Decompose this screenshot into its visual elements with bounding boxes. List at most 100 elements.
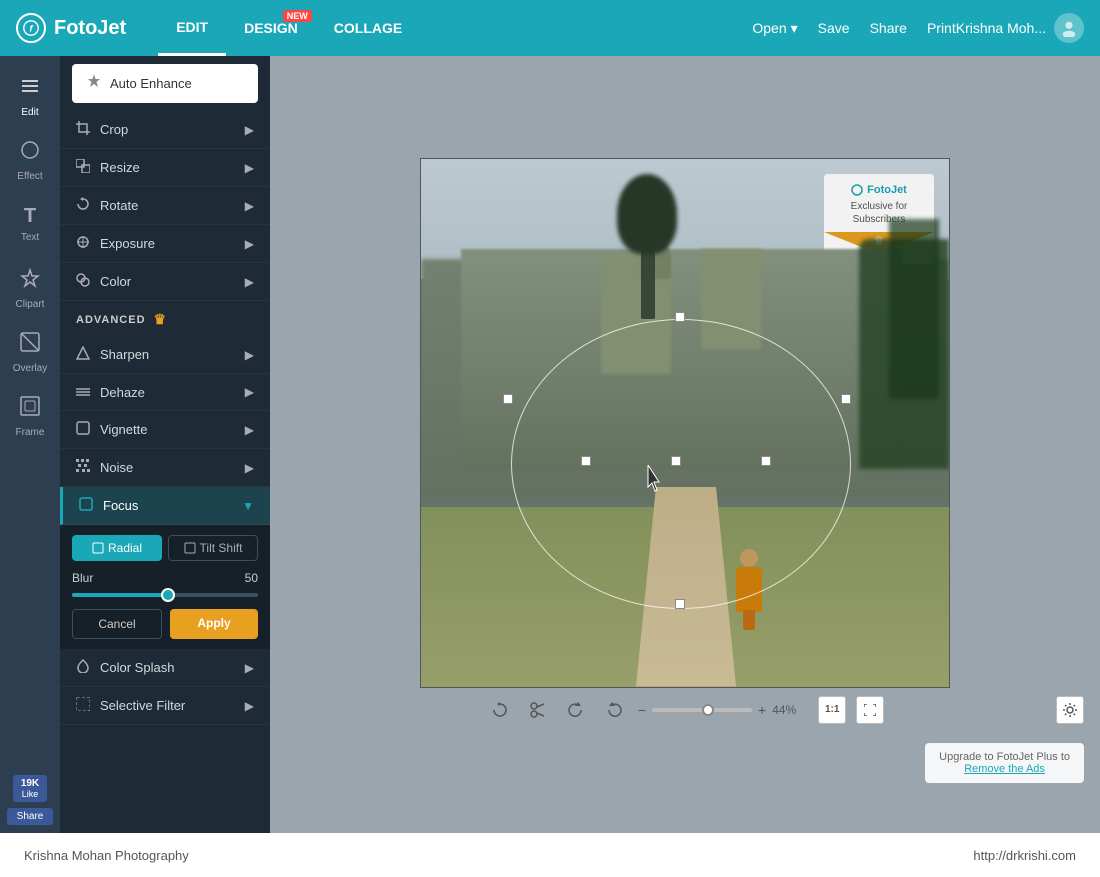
- sidebar-item-effect[interactable]: Effect: [0, 128, 60, 192]
- footer-left: Krishna Mohan Photography: [24, 848, 189, 863]
- auto-enhance-icon: [86, 73, 102, 94]
- dehaze-icon: [76, 384, 90, 400]
- new-badge: NEW: [283, 10, 312, 22]
- rotate-icon: [76, 197, 90, 214]
- menu-dehaze[interactable]: Dehaze ▶: [60, 374, 270, 411]
- menu-color-splash[interactable]: Color Splash ▶: [60, 649, 270, 687]
- focus-tabs: Radial Tilt Shift: [72, 535, 258, 561]
- focus-panel: Radial Tilt Shift Blur 50 Cancel: [60, 525, 270, 649]
- overlay-label: Overlay: [13, 363, 47, 374]
- crop-icon: [76, 121, 90, 138]
- advanced-crown-icon: ♛: [154, 311, 168, 328]
- menu-color[interactable]: Color ▶: [60, 263, 270, 301]
- logo: f FotoJet: [16, 13, 126, 43]
- effect-icon: [19, 139, 41, 167]
- selective-filter-icon: [76, 697, 90, 714]
- menu-vignette[interactable]: Vignette ▶: [60, 411, 270, 449]
- focus-actions: Cancel Apply: [72, 609, 258, 639]
- logo-icon: f: [16, 13, 46, 43]
- header-actions: Open ▾ Save Share Print: [752, 20, 955, 37]
- scissors-button[interactable]: [524, 696, 552, 724]
- rotate-arrow: ▶: [245, 199, 254, 213]
- refresh-button[interactable]: [486, 696, 514, 724]
- settings-button[interactable]: [1056, 696, 1084, 724]
- social-buttons: 19K Like Share: [0, 767, 60, 833]
- fullscreen-button[interactable]: [856, 696, 884, 724]
- selective-filter-arrow: ▶: [245, 699, 254, 713]
- main-body: Edit Effect T Text Clipart: [0, 56, 1100, 833]
- avatar: [1054, 13, 1084, 43]
- undo-button[interactable]: [562, 696, 590, 724]
- nav-design[interactable]: DESIGN NEW: [226, 0, 316, 56]
- sidebar-item-edit[interactable]: Edit: [0, 64, 60, 128]
- redo-button[interactable]: [600, 696, 628, 724]
- header: f FotoJet EDIT DESIGN NEW COLLAGE Open ▾…: [0, 0, 1100, 56]
- facebook-like-button[interactable]: 19K Like: [13, 775, 47, 802]
- color-icon: [76, 273, 90, 290]
- tilt-shift-tab[interactable]: Tilt Shift: [168, 535, 258, 561]
- user-menu[interactable]: Krishna Moh...: [956, 13, 1084, 43]
- edit-icon: [19, 75, 41, 103]
- menu-exposure[interactable]: Exposure ▶: [60, 225, 270, 263]
- auto-enhance-label: Auto Enhance: [110, 76, 192, 91]
- nav-edit[interactable]: EDIT: [158, 0, 226, 56]
- sidebar-icons: Edit Effect T Text Clipart: [0, 56, 60, 833]
- radial-tab[interactable]: Radial: [72, 535, 162, 561]
- crop-arrow: ▶: [245, 123, 254, 137]
- zoom-in-button[interactable]: +: [758, 702, 766, 718]
- menu-noise[interactable]: Noise ▶: [60, 449, 270, 487]
- vignette-arrow: ▶: [245, 423, 254, 437]
- blur-row: Blur 50: [72, 571, 258, 585]
- canvas-toolbar: − + 44% 1:1: [486, 688, 884, 732]
- sidebar-item-frame[interactable]: Frame: [0, 384, 60, 448]
- save-button[interactable]: Save: [818, 20, 850, 36]
- cancel-button[interactable]: Cancel: [72, 609, 162, 639]
- zoom-slider-track[interactable]: [652, 708, 752, 712]
- menu-rotate[interactable]: Rotate ▶: [60, 187, 270, 225]
- color-arrow: ▶: [245, 275, 254, 289]
- effect-label: Effect: [17, 171, 42, 182]
- canvas-area: FotoJet Exclusive for Subscribers ♛: [270, 56, 1100, 833]
- sidebar-item-clipart[interactable]: Clipart: [0, 256, 60, 320]
- noise-arrow: ▶: [245, 461, 254, 475]
- remove-ads-link[interactable]: Remove the Ads: [939, 763, 1070, 775]
- color-splash-icon: [76, 659, 90, 676]
- overlay-icon: [19, 331, 41, 359]
- share-button[interactable]: Share: [870, 20, 907, 36]
- watermark-logo: FotoJet: [838, 184, 920, 196]
- left-panel: Auto Enhance Crop ▶ Resize ▶: [60, 56, 270, 833]
- frame-icon: [19, 395, 41, 423]
- sidebar-item-text[interactable]: T Text: [0, 192, 60, 256]
- sharpen-icon: [76, 346, 90, 363]
- focus-arrow: ▼: [242, 499, 254, 513]
- advanced-header: ADVANCED ♛: [60, 301, 270, 336]
- zoom-out-button[interactable]: −: [638, 702, 646, 718]
- frame-label: Frame: [16, 427, 45, 438]
- resize-icon: [76, 159, 90, 176]
- print-button[interactable]: Print: [927, 20, 956, 36]
- sharpen-arrow: ▶: [245, 348, 254, 362]
- canvas-container[interactable]: FotoJet Exclusive for Subscribers ♛: [420, 158, 950, 688]
- sidebar-item-overlay[interactable]: Overlay: [0, 320, 60, 384]
- auto-enhance-button[interactable]: Auto Enhance: [72, 64, 258, 103]
- text-icon: T: [24, 205, 36, 228]
- menu-sharpen[interactable]: Sharpen ▶: [60, 336, 270, 374]
- menu-crop[interactable]: Crop ▶: [60, 111, 270, 149]
- fit-button[interactable]: 1:1: [818, 696, 846, 724]
- clipart-label: Clipart: [16, 299, 45, 310]
- menu-resize[interactable]: Resize ▶: [60, 149, 270, 187]
- vignette-icon: [76, 421, 90, 438]
- menu-focus[interactable]: Focus ▼: [60, 487, 270, 525]
- facebook-share-button[interactable]: Share: [7, 808, 54, 825]
- zoom-controls: − + 44%: [638, 702, 808, 718]
- blur-slider[interactable]: [72, 593, 258, 597]
- open-button[interactable]: Open ▾: [752, 20, 797, 37]
- noise-icon: [76, 459, 90, 476]
- exposure-arrow: ▶: [245, 237, 254, 251]
- focus-icon: [79, 497, 93, 514]
- text-label: Text: [21, 232, 39, 243]
- apply-button[interactable]: Apply: [170, 609, 258, 639]
- svg-text:f: f: [30, 24, 34, 34]
- nav-collage[interactable]: COLLAGE: [316, 0, 420, 56]
- menu-selective-filter[interactable]: Selective Filter ▶: [60, 687, 270, 725]
